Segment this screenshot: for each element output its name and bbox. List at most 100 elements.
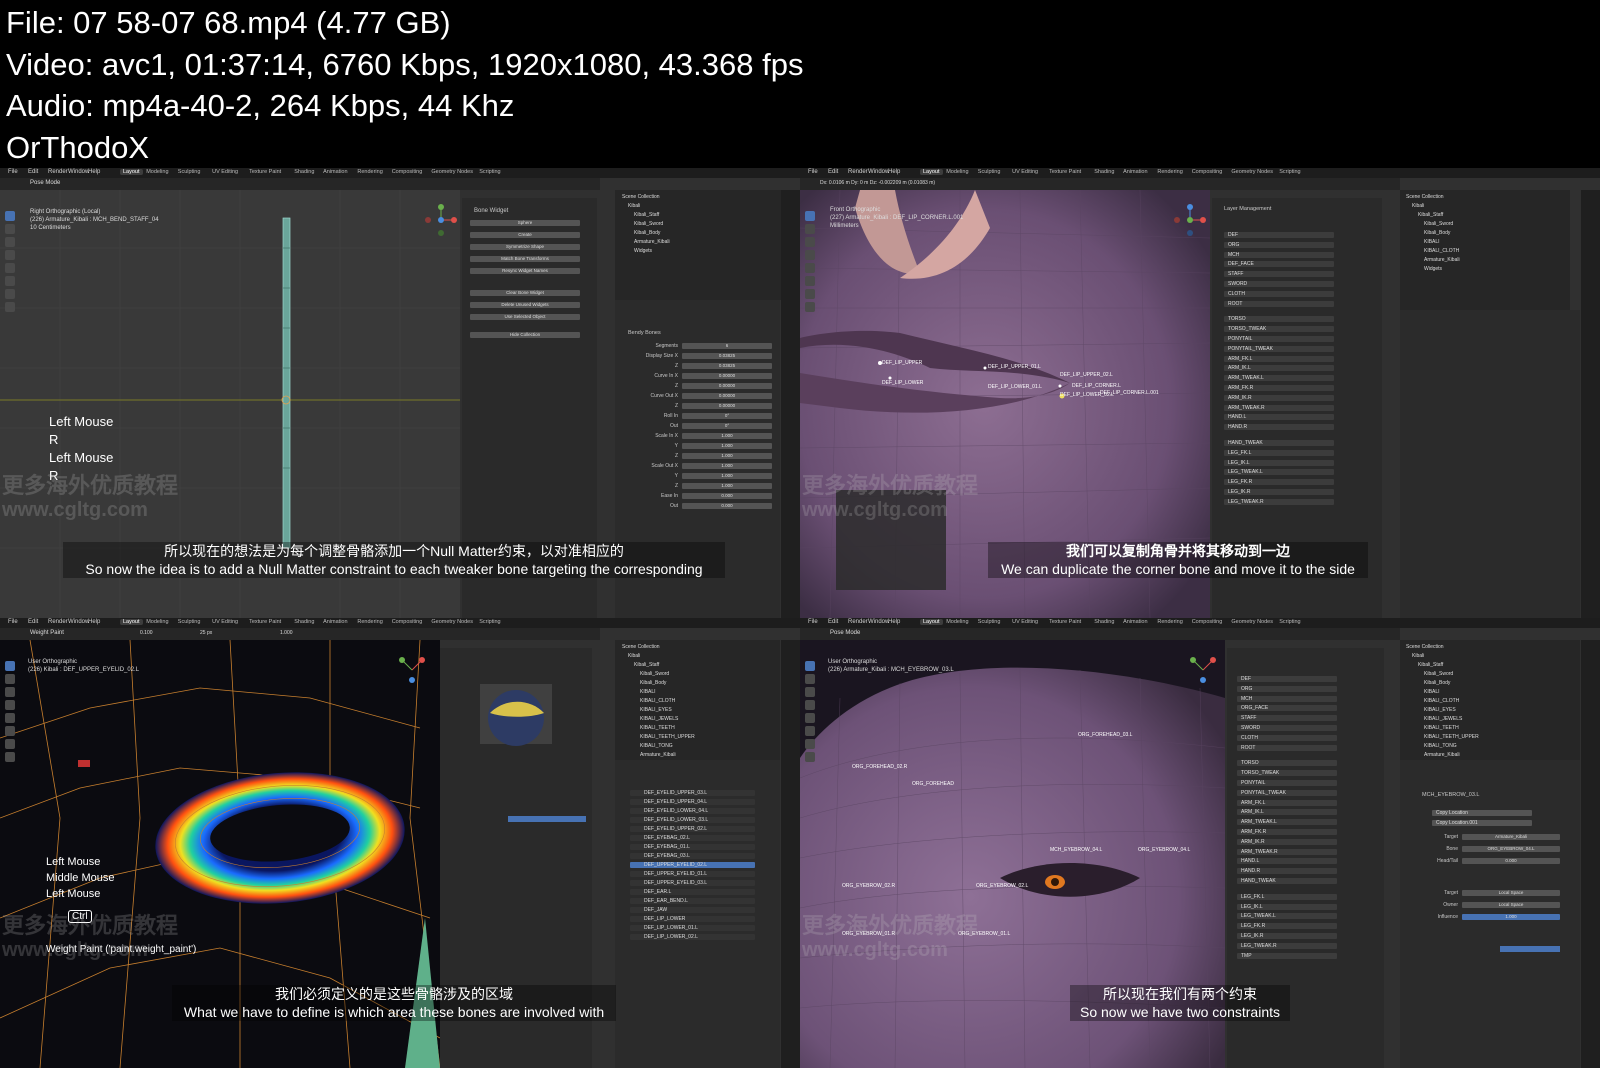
tab-rendering[interactable]: Rendering <box>1157 619 1182 625</box>
cursor-tool-icon[interactable] <box>805 674 815 684</box>
scale-tool-icon[interactable] <box>5 263 15 273</box>
tab-shading[interactable]: Shading <box>1094 619 1114 625</box>
outliner-item[interactable]: Kibali_Sword <box>640 671 669 677</box>
brush-strength[interactable]: 1.000 <box>280 630 293 636</box>
measure-tool-icon[interactable] <box>805 752 815 762</box>
mode-selector[interactable]: Pose Mode <box>830 630 860 636</box>
tab-uv-editing[interactable]: UV Editing <box>1012 619 1038 625</box>
menu-item-file[interactable]: File <box>808 619 818 625</box>
average-tool-icon[interactable] <box>5 687 15 697</box>
outliner-item[interactable]: Kibali <box>1412 203 1424 209</box>
outliner-item[interactable]: Armature_Kibali <box>640 752 676 758</box>
menu-item-help[interactable]: Help <box>88 169 100 175</box>
tab-sculpting[interactable]: Sculpting <box>978 169 1001 175</box>
measure-tool-icon[interactable] <box>5 302 15 312</box>
tab-geometry-nodes[interactable]: Geometry Nodes <box>431 619 473 625</box>
menu-item-file[interactable]: File <box>8 619 18 625</box>
tab-compositing[interactable]: Compositing <box>1192 619 1223 625</box>
outliner-item[interactable]: KIBALI <box>1424 689 1440 695</box>
menu-item-file[interactable]: File <box>808 169 818 175</box>
tab-compositing[interactable]: Compositing <box>392 619 423 625</box>
move-tool-icon[interactable] <box>5 237 15 247</box>
menu-item-edit[interactable]: Edit <box>28 169 38 175</box>
menu-item-edit[interactable]: Edit <box>828 619 838 625</box>
outliner-item[interactable]: KIBALI_TEETH <box>640 725 675 731</box>
tab-sculpting[interactable]: Sculpting <box>978 619 1001 625</box>
move-tool-icon[interactable] <box>805 237 815 247</box>
outliner-item[interactable]: KIBALI_JEWELS <box>640 716 678 722</box>
tab-texture-paint[interactable]: Texture Paint <box>249 169 281 175</box>
menu-item-help[interactable]: Help <box>888 619 900 625</box>
tab-geometry-nodes[interactable]: Geometry Nodes <box>1231 619 1273 625</box>
outliner-item[interactable]: KIBALI_TEETH_UPPER <box>1424 734 1479 740</box>
menu-item-render[interactable]: Render <box>848 169 868 175</box>
menu-item-render[interactable]: Render <box>48 169 68 175</box>
tab-sculpting[interactable]: Sculpting <box>178 169 201 175</box>
outliner-item[interactable]: Kibali_Body <box>1424 230 1450 236</box>
annotate-tool-icon[interactable] <box>805 739 815 749</box>
smear-tool-icon[interactable] <box>5 700 15 710</box>
outliner-item[interactable]: Kibali_Staff <box>1418 662 1443 668</box>
tab-compositing[interactable]: Compositing <box>1192 169 1223 175</box>
brush-radius[interactable]: 25 px <box>200 630 212 636</box>
tab-layout[interactable]: Layout <box>920 169 943 175</box>
outliner-item[interactable]: KIBALI_JEWELS <box>1424 716 1462 722</box>
tab-rendering[interactable]: Rendering <box>357 619 382 625</box>
scale-tool-icon[interactable] <box>805 263 815 273</box>
menu-item-window[interactable]: Window <box>68 619 89 625</box>
transform-tool-icon[interactable] <box>805 276 815 286</box>
measure-tool-icon[interactable] <box>805 302 815 312</box>
outliner-item[interactable]: Armature_Kibali <box>1424 752 1460 758</box>
tab-scripting[interactable]: Scripting <box>479 169 500 175</box>
move-tool-icon[interactable] <box>5 739 15 749</box>
outliner-item[interactable]: KIBALI_TEETH <box>1424 725 1459 731</box>
select-tool-icon[interactable] <box>805 211 815 221</box>
menu-item-render[interactable]: Render <box>848 619 868 625</box>
rotate-tool-icon[interactable] <box>805 250 815 260</box>
tab-geometry-nodes[interactable]: Geometry Nodes <box>1231 169 1273 175</box>
outliner-item[interactable]: Scene Collection <box>622 194 660 200</box>
outliner-item[interactable]: KIBALI_TONG <box>640 743 673 749</box>
outliner-item[interactable]: Kibali <box>628 653 640 659</box>
layer-row[interactable] <box>1237 676 1337 682</box>
menu-item-window[interactable]: Window <box>68 169 89 175</box>
outliner-item[interactable]: Kibali <box>628 203 640 209</box>
tab-uv-editing[interactable]: UV Editing <box>212 619 238 625</box>
tab-shading[interactable]: Shading <box>294 619 314 625</box>
tab-sculpting[interactable]: Sculpting <box>178 619 201 625</box>
rotate-tool-icon[interactable] <box>5 250 15 260</box>
outliner-item[interactable]: KIBALI_EYES <box>640 707 672 713</box>
mode-selector[interactable]: Pose Mode <box>30 180 60 186</box>
transform-tool-icon[interactable] <box>5 276 15 286</box>
outliner-item[interactable]: KIBALI_TEETH_UPPER <box>640 734 695 740</box>
tab-uv-editing[interactable]: UV Editing <box>1012 169 1038 175</box>
transform-tool-icon[interactable] <box>805 726 815 736</box>
tab-animation[interactable]: Animation <box>1123 619 1147 625</box>
rotate-tool-icon[interactable] <box>805 700 815 710</box>
outliner-item[interactable]: Kibali_Body <box>1424 680 1450 686</box>
outliner-item[interactable]: KIBALI_EYES <box>1424 707 1456 713</box>
layer-row[interactable] <box>1237 952 1337 959</box>
tab-texture-paint[interactable]: Texture Paint <box>1049 619 1081 625</box>
outliner-item[interactable]: Kibali_Sword <box>1424 671 1453 677</box>
outliner-item[interactable]: Scene Collection <box>622 644 660 650</box>
outliner-item[interactable]: KIBALI_TONG <box>1424 743 1457 749</box>
tab-modeling[interactable]: Modeling <box>146 619 168 625</box>
tab-scripting[interactable]: Scripting <box>1279 619 1300 625</box>
tab-scripting[interactable]: Scripting <box>1279 169 1300 175</box>
layer-row[interactable] <box>1224 251 1334 258</box>
outliner-item[interactable]: Kibali_Sword <box>1424 221 1453 227</box>
outliner-item[interactable]: Armature_Kibali <box>1424 257 1460 263</box>
annotate-tool-icon[interactable] <box>5 289 15 299</box>
annotate-tool-icon[interactable] <box>805 289 815 299</box>
outliner-item[interactable]: Kibali <box>1412 653 1424 659</box>
outliner-item[interactable]: Armature_Kibali <box>634 239 670 245</box>
outliner-item[interactable]: KIBALI_CLOTH <box>1424 248 1459 254</box>
select-tool-icon[interactable] <box>805 661 815 671</box>
outliner-item[interactable]: Kibali_Staff <box>1418 212 1443 218</box>
layer-row[interactable] <box>1224 241 1334 248</box>
layer-row[interactable] <box>1224 232 1334 238</box>
outliner-item[interactable]: Widgets <box>1424 266 1442 272</box>
sample-tool-icon[interactable] <box>5 726 15 736</box>
outliner-item[interactable]: Widgets <box>634 248 652 254</box>
